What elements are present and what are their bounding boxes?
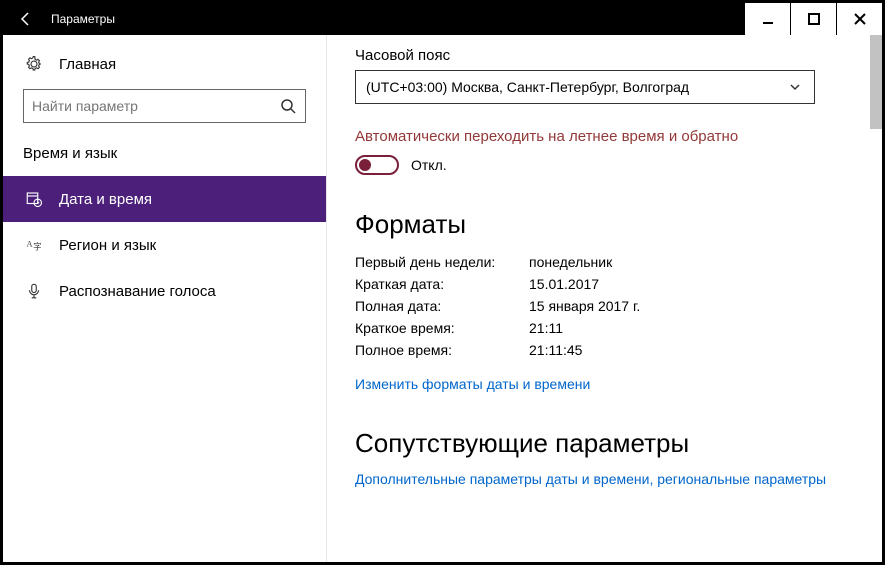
titlebar: Параметры <box>3 3 882 35</box>
chevron-down-icon <box>786 78 804 96</box>
timezone-value: (UTC+03:00) Москва, Санкт-Петербург, Вол… <box>366 79 689 95</box>
related-heading: Сопутствующие параметры <box>355 428 854 459</box>
format-value: понедельник <box>529 254 612 270</box>
format-row-long-time: Полное время: 21:11:45 <box>355 342 854 358</box>
language-icon: A字 <box>25 236 43 254</box>
nav-item-label: Дата и время <box>59 191 152 208</box>
format-key: Полное время: <box>355 342 529 358</box>
window-title: Параметры <box>43 12 744 26</box>
back-button[interactable] <box>9 3 43 35</box>
search-icon <box>279 97 297 115</box>
nav-item-label: Регион и язык <box>59 237 156 254</box>
format-key: Полная дата: <box>355 298 529 314</box>
window-controls <box>744 3 882 35</box>
content-area: Главная Время и язык Дата и время A字 Рег… <box>3 35 882 562</box>
search-input[interactable] <box>32 98 279 114</box>
home-label: Главная <box>59 56 116 73</box>
minimize-button[interactable] <box>744 3 790 35</box>
format-key: Краткое время: <box>355 320 529 336</box>
toggle-knob <box>359 159 371 171</box>
search-box[interactable] <box>23 89 306 123</box>
format-row-short-time: Краткое время: 21:11 <box>355 320 854 336</box>
scrollbar-thumb[interactable] <box>870 35 882 129</box>
timezone-dropdown[interactable]: (UTC+03:00) Москва, Санкт-Петербург, Вол… <box>355 70 815 104</box>
format-value: 15.01.2017 <box>529 276 599 292</box>
dst-toggle-row: Откл. <box>355 155 854 175</box>
nav-item-label: Распознавание голоса <box>59 283 216 300</box>
microphone-icon <box>25 282 43 300</box>
svg-text:字: 字 <box>33 242 41 252</box>
formats-heading: Форматы <box>355 209 854 240</box>
maximize-button[interactable] <box>790 3 836 35</box>
svg-text:A: A <box>27 240 33 249</box>
timezone-label: Часовой пояс <box>355 47 854 64</box>
change-formats-link[interactable]: Изменить форматы даты и времени <box>355 376 590 392</box>
nav-item-speech[interactable]: Распознавание голоса <box>3 268 326 314</box>
close-button[interactable] <box>836 3 882 35</box>
nav-item-region-language[interactable]: A字 Регион и язык <box>3 222 326 268</box>
dst-label: Автоматически переходить на летнее время… <box>355 128 854 145</box>
format-value: 21:11 <box>529 320 563 336</box>
gear-icon <box>25 55 43 73</box>
format-value: 21:11:45 <box>529 342 582 358</box>
format-value: 15 января 2017 г. <box>529 298 640 314</box>
dst-state: Откл. <box>411 157 447 173</box>
home-button[interactable]: Главная <box>3 45 326 83</box>
sidebar: Главная Время и язык Дата и время A字 Рег… <box>3 35 327 562</box>
dst-toggle[interactable] <box>355 155 399 175</box>
nav-item-date-time[interactable]: Дата и время <box>3 176 326 222</box>
format-row-long-date: Полная дата: 15 января 2017 г. <box>355 298 854 314</box>
section-label: Время и язык <box>3 135 326 176</box>
format-key: Краткая дата: <box>355 276 529 292</box>
format-row-short-date: Краткая дата: 15.01.2017 <box>355 276 854 292</box>
format-row-first-day: Первый день недели: понедельник <box>355 254 854 270</box>
main-panel: Часовой пояс (UTC+03:00) Москва, Санкт-П… <box>327 35 882 562</box>
calendar-clock-icon <box>25 190 43 208</box>
related-settings-link[interactable]: Дополнительные параметры даты и времени,… <box>355 471 826 487</box>
format-key: Первый день недели: <box>355 254 529 270</box>
